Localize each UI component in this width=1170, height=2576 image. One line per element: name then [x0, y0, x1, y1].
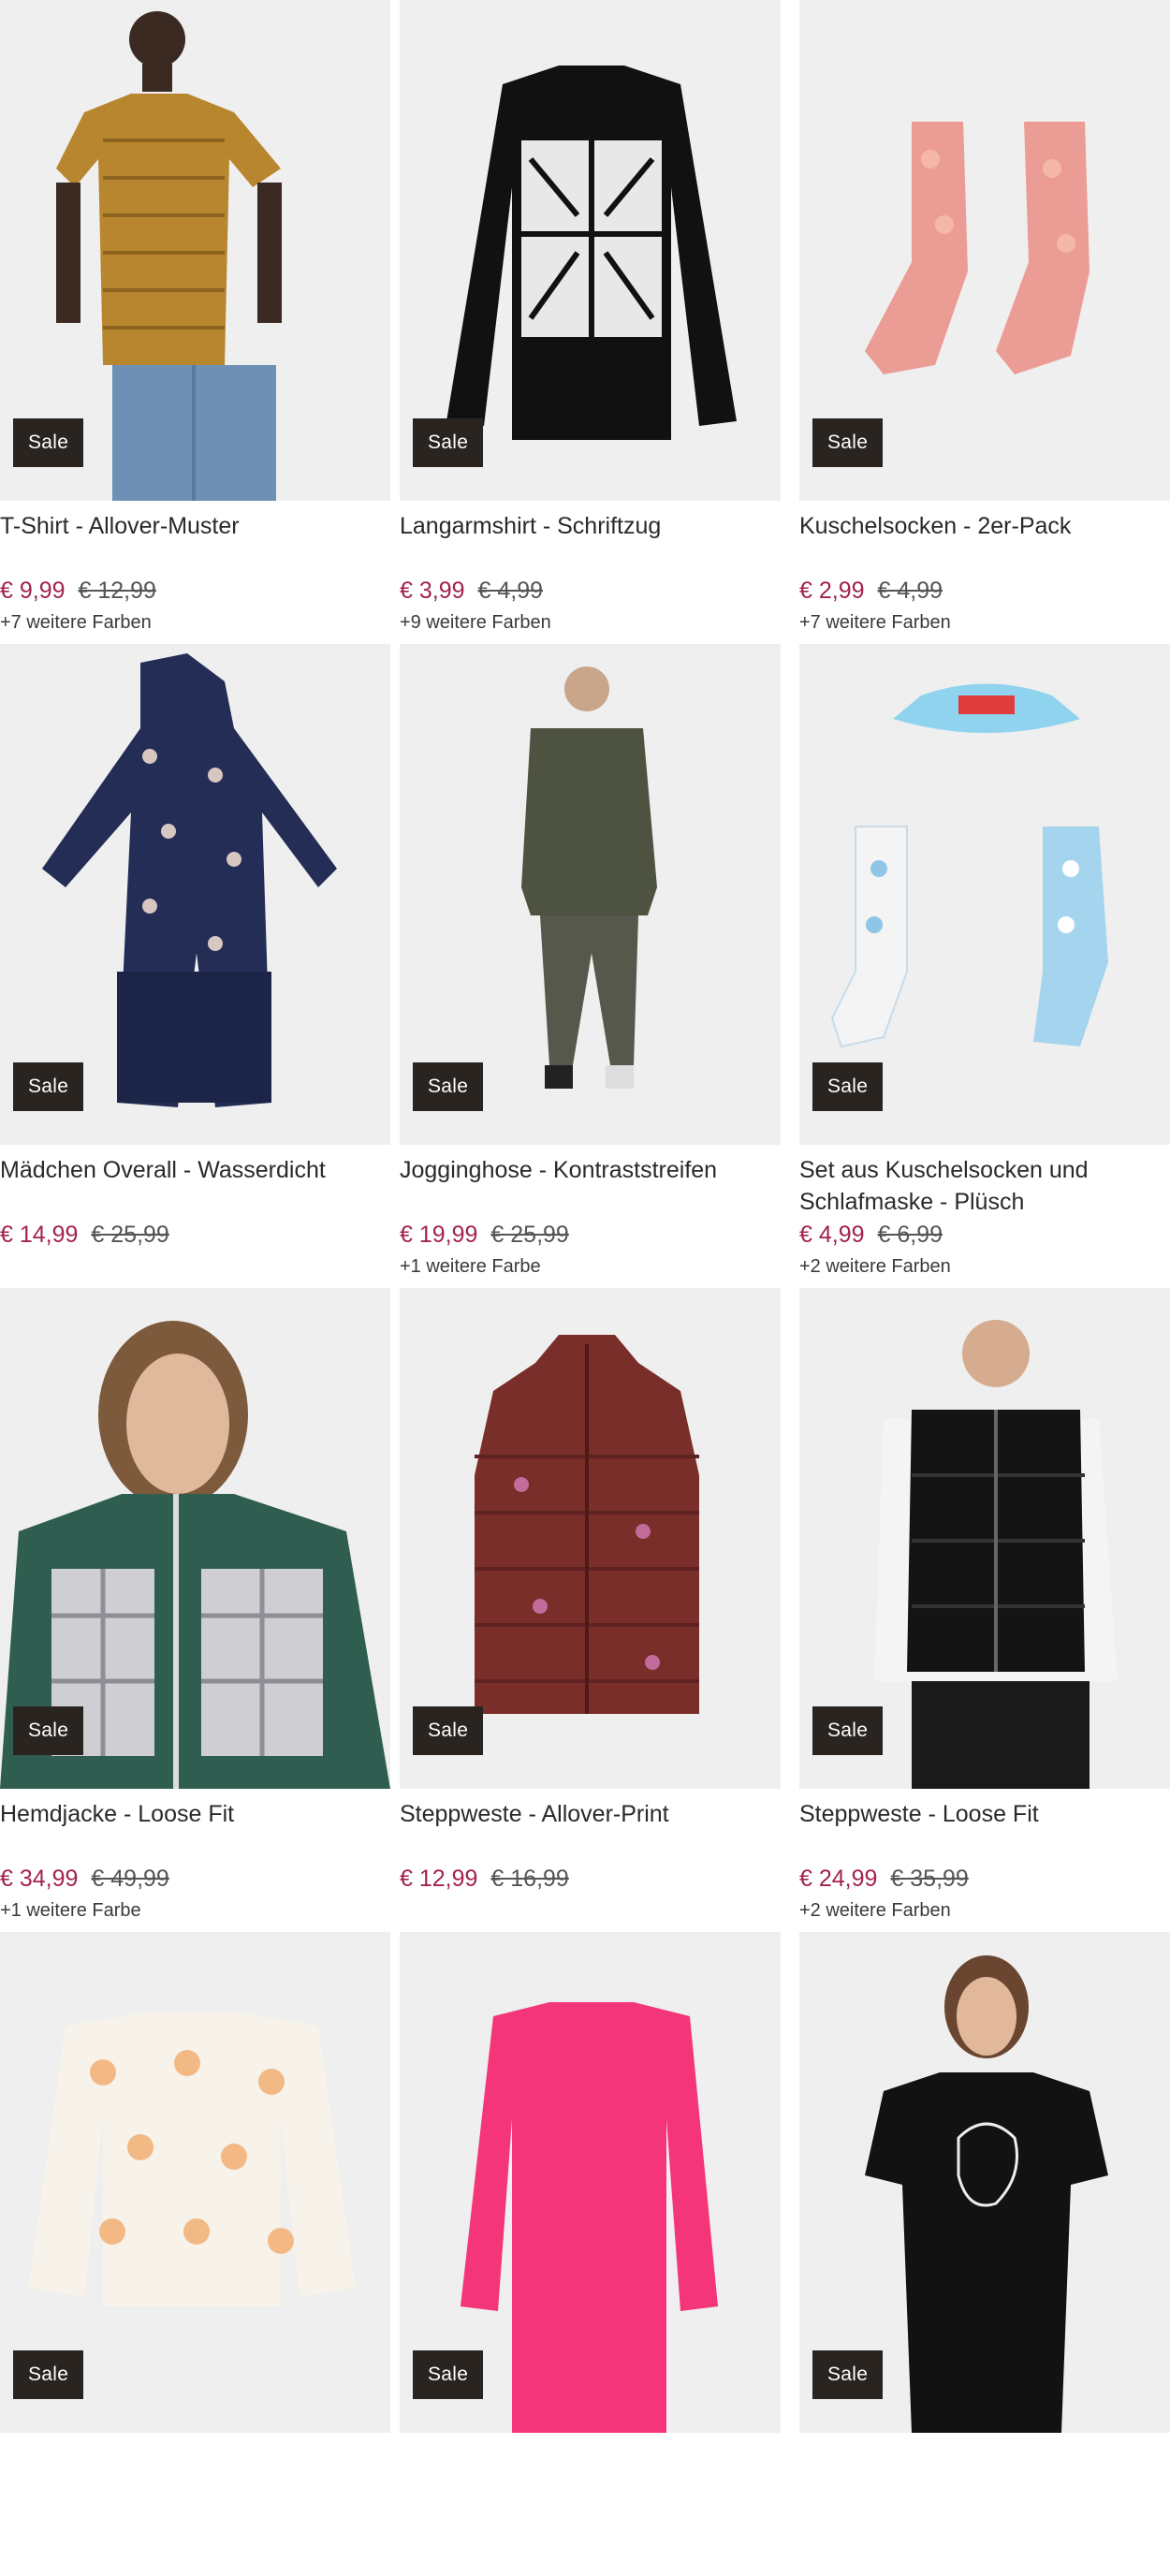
product-card[interactable]: Sale: [790, 1932, 1170, 2576]
sale-badge: Sale: [413, 2350, 484, 2399]
old-price: € 25,99: [490, 1222, 569, 1248]
sale-badge: Sale: [812, 418, 884, 467]
product-card[interactable]: Sale Kuschelsocken - 2er-Pack € 2,99 € 4,…: [790, 0, 1170, 644]
sale-badge: Sale: [13, 2350, 84, 2399]
more-colors[interactable]: +2 weitere Farben: [799, 1900, 1170, 1922]
more-colors[interactable]: +7 weitere Farben: [799, 612, 1170, 634]
sale-price: € 3,99: [400, 578, 465, 604]
old-price: € 6,99: [877, 1222, 943, 1248]
product-image[interactable]: Sale: [799, 1932, 1170, 2433]
product-card[interactable]: Sale Langarmshirt - Schriftzug € 3,99 € 4…: [390, 0, 790, 644]
product-title[interactable]: Steppweste - Allover-Print: [400, 1798, 790, 1862]
product-image[interactable]: Sale: [400, 0, 781, 501]
sale-price: € 4,99: [799, 1222, 865, 1248]
product-card[interactable]: Sale Set aus Kuschelsocken und Schlafmas…: [790, 644, 1170, 1288]
sale-price: € 34,99: [0, 1866, 79, 1892]
sale-price: € 24,99: [799, 1866, 878, 1892]
more-colors[interactable]: +1 weitere Farbe: [400, 1256, 790, 1278]
sale-badge: Sale: [13, 1062, 84, 1111]
product-image[interactable]: Sale: [799, 644, 1170, 1145]
more-colors[interactable]: +2 weitere Farben: [799, 1256, 1170, 1278]
product-image[interactable]: Sale: [400, 1932, 781, 2433]
old-price: € 49,99: [91, 1866, 169, 1892]
product-title[interactable]: Kuschelsocken - 2er-Pack: [799, 510, 1170, 574]
more-colors[interactable]: +1 weitere Farbe: [0, 1900, 390, 1922]
product-image[interactable]: Sale: [0, 1932, 390, 2433]
product-title[interactable]: T-Shirt - Allover-Muster: [0, 510, 390, 574]
product-card[interactable]: Sale Steppweste - Allover-Print € 12,99 €…: [390, 1288, 790, 1932]
sale-badge: Sale: [413, 1706, 484, 1755]
product-image[interactable]: Sale: [0, 1288, 390, 1789]
sale-price: € 19,99: [400, 1222, 478, 1248]
product-card[interactable]: Sale: [0, 1932, 390, 2576]
product-image[interactable]: Sale: [799, 1288, 1170, 1789]
product-card[interactable]: Sale Steppweste - Loose Fit € 24,99 € 35,…: [790, 1288, 1170, 1932]
sale-badge: Sale: [812, 1706, 884, 1755]
sale-price: € 9,99: [0, 578, 66, 604]
sale-badge: Sale: [413, 1062, 484, 1111]
product-card[interactable]: Sale Mädchen Overall - Wasserdicht € 14,…: [0, 644, 390, 1288]
sale-badge: Sale: [812, 1062, 884, 1111]
product-image[interactable]: Sale: [400, 644, 781, 1145]
product-image[interactable]: Sale: [799, 0, 1170, 501]
product-title[interactable]: Steppweste - Loose Fit: [799, 1798, 1170, 1862]
product-image[interactable]: Sale: [400, 1288, 781, 1789]
product-card[interactable]: Sale: [390, 1932, 790, 2576]
old-price: € 4,99: [477, 578, 544, 604]
product-image[interactable]: Sale: [0, 0, 390, 501]
product-title[interactable]: Mädchen Overall - Wasserdicht: [0, 1154, 390, 1218]
old-price: € 25,99: [91, 1222, 169, 1248]
old-price: € 16,99: [490, 1866, 569, 1892]
sale-badge: Sale: [13, 1706, 84, 1755]
product-image[interactable]: Sale: [0, 644, 390, 1145]
sale-badge: Sale: [13, 418, 84, 467]
product-title[interactable]: Langarmshirt - Schriftzug: [400, 510, 790, 574]
sale-badge: Sale: [812, 2350, 884, 2399]
product-grid: Sale T-Shirt - Allover-Muster € 9,99 € 12…: [0, 0, 1170, 2576]
product-title[interactable]: Set aus Kuschelsocken und Schlafmaske - …: [799, 1154, 1170, 1218]
old-price: € 35,99: [890, 1866, 969, 1892]
sale-badge: Sale: [413, 418, 484, 467]
old-price: € 12,99: [78, 578, 156, 604]
sale-price: € 14,99: [0, 1222, 79, 1248]
product-card[interactable]: Sale T-Shirt - Allover-Muster € 9,99 € 12…: [0, 0, 390, 644]
sale-price: € 12,99: [400, 1866, 478, 1892]
product-title[interactable]: Jogginghose - Kontraststreifen: [400, 1154, 790, 1218]
product-card[interactable]: Sale Jogginghose - Kontraststreifen € 19…: [390, 644, 790, 1288]
sale-price: € 2,99: [799, 578, 865, 604]
more-colors[interactable]: +9 weitere Farben: [400, 612, 790, 634]
product-title[interactable]: Hemdjacke - Loose Fit: [0, 1798, 390, 1862]
more-colors[interactable]: +7 weitere Farben: [0, 612, 390, 634]
product-card[interactable]: Sale Hemdjacke - Loose Fit € 34,99 € 49,9…: [0, 1288, 390, 1932]
old-price: € 4,99: [877, 578, 943, 604]
